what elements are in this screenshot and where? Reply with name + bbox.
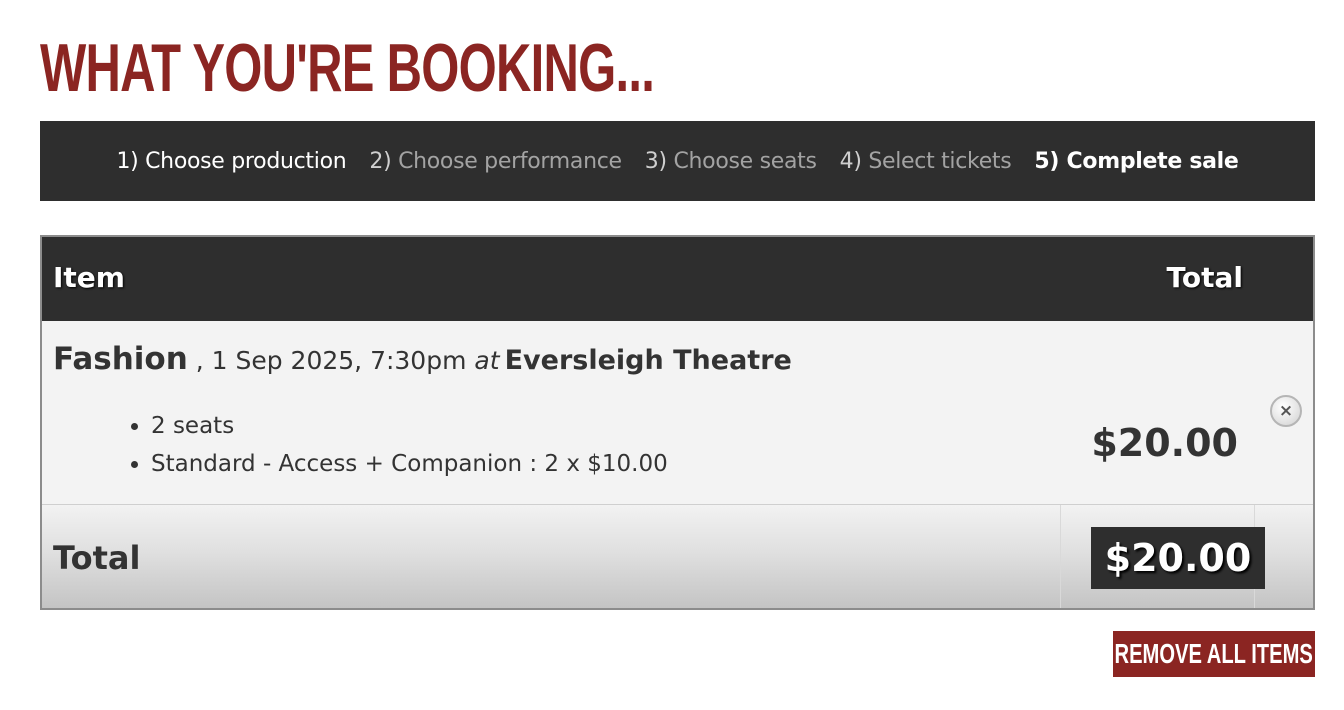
item-details-list: 2 seats Standard - Access + Companion : …: [119, 407, 668, 483]
step-number: 5): [1034, 148, 1060, 174]
step-number: 3): [644, 148, 667, 174]
list-item: 2 seats: [151, 407, 668, 445]
item-title: Fashion , 1 Sep 2025, 7:30pm at Everslei…: [53, 341, 792, 377]
page-title: WHAT YOU'RE BOOKING...: [40, 30, 655, 106]
step-label: Select tickets: [868, 148, 1012, 174]
remove-all-label: REMOVE ALL ITEMS: [1114, 638, 1314, 669]
step-label: Choose performance: [398, 148, 622, 174]
venue-name: Eversleigh Theatre: [504, 345, 792, 376]
cart-item-row: Fashion , 1 Sep 2025, 7:30pm at Everslei…: [42, 321, 1313, 505]
step-number: 4): [839, 148, 862, 174]
cart-footer: Total $20.00: [42, 505, 1313, 608]
performance-date-time: , 1 Sep 2025, 7:30pm: [187, 346, 475, 375]
item-price: $20.00: [1091, 421, 1238, 465]
column-header-item: Item: [53, 261, 125, 294]
at-label: at: [474, 346, 500, 375]
step-number: 2): [369, 148, 392, 174]
total-label: Total: [53, 539, 141, 577]
booking-page: WHAT YOU'RE BOOKING... 1) Choose product…: [0, 0, 1344, 710]
booking-steps-bar: 1) Choose production 2) Choose performan…: [40, 121, 1315, 201]
step-select-tickets[interactable]: 4) Select tickets: [840, 149, 1012, 174]
column-header-total: Total: [1166, 261, 1244, 294]
close-circle-icon[interactable]: ×: [1270, 395, 1302, 427]
cart-header: Item Total: [42, 237, 1313, 321]
grand-total: $20.00: [1091, 527, 1265, 589]
step-label: Choose production: [145, 148, 347, 174]
step-choose-production[interactable]: 1) Choose production: [116, 149, 346, 174]
production-name: Fashion: [53, 341, 188, 377]
step-choose-seats[interactable]: 3) Choose seats: [645, 149, 817, 174]
step-complete-sale: 5) Complete sale: [1034, 149, 1238, 174]
step-label: Choose seats: [673, 148, 817, 174]
step-number: 1): [116, 148, 139, 174]
step-choose-performance[interactable]: 2) Choose performance: [369, 148, 622, 174]
cart-table: Item Total Fashion , 1 Sep 2025, 7:30pm …: [40, 235, 1315, 610]
step-label: Complete sale: [1066, 148, 1239, 174]
list-item: Standard - Access + Companion : 2 x $10.…: [151, 445, 668, 483]
remove-all-items-button[interactable]: REMOVE ALL ITEMS: [1113, 631, 1315, 677]
column-divider: [1060, 505, 1061, 608]
